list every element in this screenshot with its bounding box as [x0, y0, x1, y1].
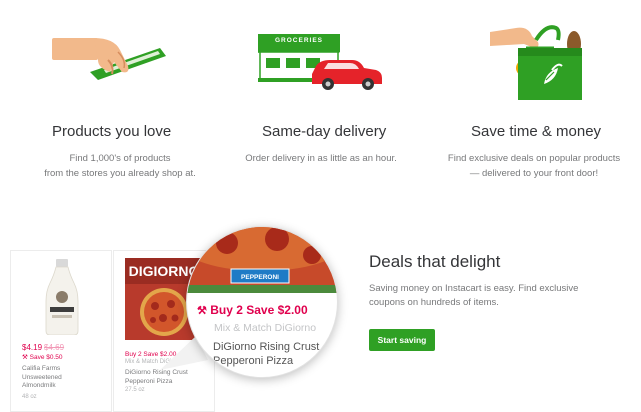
feature-description: Find 1,000's of products from the stores…: [40, 151, 200, 181]
sale-price: $4.19 $4.69: [22, 343, 64, 352]
original-price: $4.69: [44, 343, 65, 352]
deal-magnifier: PEPPERONI ⚒ Buy 2 Save $2.00 Mix & Match…: [186, 226, 338, 378]
magnified-name-line: DiGiorno Rising Crust: [213, 341, 320, 353]
grocery-store-car-icon: GROCERIES: [258, 34, 382, 90]
deals-title: Deals that delight: [369, 252, 501, 271]
current-price: $4.19: [22, 343, 43, 352]
magnified-name-line: Pepperoni Pizza: [213, 355, 294, 367]
feature-description-line: Find 1,000's of products: [69, 153, 171, 164]
tag-icon: ⚒: [22, 354, 28, 361]
save-amount: Save $0.50: [29, 354, 63, 361]
feature-description-line: from the stores you already shop at.: [44, 168, 196, 179]
pizza-closeup-image: PEPPERONI: [187, 227, 337, 293]
product-name: Califia Farms Unsweetened Almondmilk: [22, 365, 62, 389]
almondmilk-bottle-image: [45, 259, 79, 335]
save-tag: ⚒ Save $0.50: [22, 353, 63, 361]
grocery-bag-icon: [490, 25, 582, 100]
magnified-offer: ⚒ Buy 2 Save $2.00: [197, 303, 308, 317]
magnified-offer-text: Buy 2 Save $2.00: [210, 303, 308, 317]
start-saving-button[interactable]: Start saving: [369, 329, 435, 351]
pizza-label-text: PEPPERONI: [241, 274, 279, 281]
magnified-product-name: DiGiorno Rising Crust Pepperoni Pizza: [213, 340, 319, 368]
product-card-almondmilk[interactable]: $4.19 $4.69 ⚒ Save $0.50 Califia Farms Un…: [10, 250, 112, 412]
magnified-mix-match: Mix & Match DiGiorno: [214, 322, 317, 334]
feature-description-line: Order delivery in as little as an hour.: [245, 153, 397, 164]
store-sign-text: GROCERIES: [275, 37, 323, 44]
feature-description-line: Find exclusive deals on popular products: [447, 153, 621, 164]
product-size: 48 oz: [22, 394, 37, 400]
feature-title: Save time & money: [471, 123, 602, 140]
feature-title: Same-day delivery: [262, 123, 387, 140]
tag-icon: ⚒: [197, 305, 207, 317]
product-size: 27.5 oz: [125, 387, 145, 393]
hand-swipe-icon: [52, 38, 166, 80]
deals-description: Saving money on Instacart is easy. Find …: [369, 283, 579, 308]
feature-description: Order delivery in as little as an hour.: [236, 151, 406, 166]
feature-description: Find exclusive deals on popular products…: [436, 151, 632, 181]
feature-description-line: — delivered to your front door!: [469, 168, 599, 179]
feature-title: Products you love: [52, 123, 172, 140]
